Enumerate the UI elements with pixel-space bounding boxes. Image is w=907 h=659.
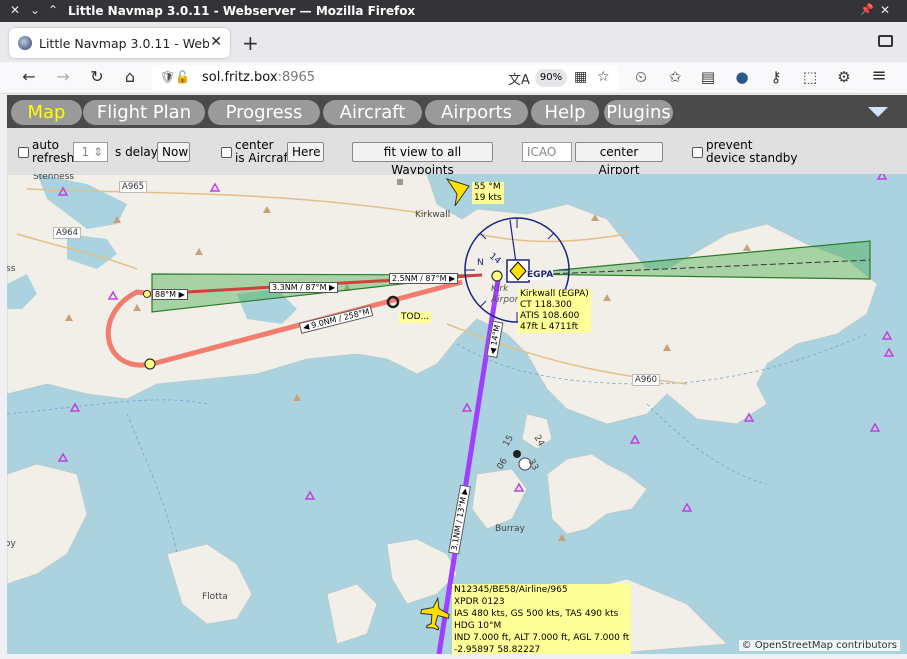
leg-label-1: 88°M ▶ (152, 289, 188, 300)
passwords-key-icon[interactable]: ⚷ (765, 68, 787, 86)
center-aircraft-checkbox[interactable] (221, 147, 232, 158)
page-bottom-edge (0, 654, 907, 659)
map-view[interactable]: Stenness Kirkwall Burray Flotta oy ss A9… (7, 174, 907, 654)
compass-n-label: N (477, 258, 484, 268)
map-canvas[interactable] (7, 174, 907, 654)
app-menu-bar: Map Flight Plan Progress Aircraft Airpor… (7, 95, 855, 128)
center-label-2: is Aircraft (235, 151, 293, 165)
bookmark-star-icon[interactable]: ☆ (597, 69, 610, 85)
globe-icon (18, 36, 32, 50)
pin-icon[interactable]: 📌 (860, 3, 874, 16)
aircraft-info-box: N12345/BE58/Airline/965 XPDR 0123 IAS 48… (452, 584, 632, 654)
navigation-toolbar: ← → ↻ ⌂ 🛡🔓 sol.fritz.box:8965 文A 90% ▦ ☆… (0, 62, 907, 94)
leg-label-2: 3.3NM / 87°M ▶ (269, 282, 339, 293)
airport-code-label: EGPA (527, 270, 554, 280)
url-text[interactable]: sol.fritz.box:8965 (202, 70, 315, 85)
place-hoy: oy (7, 539, 16, 549)
account-icon[interactable]: ● (731, 68, 753, 86)
fit-waypoints-button[interactable]: fit view to all Waypoints (352, 142, 493, 177)
prevent-standby-checkbox[interactable] (692, 147, 703, 158)
window-close-right-icon[interactable]: ✕ (880, 3, 890, 17)
place-ss: ss (7, 264, 16, 274)
window-maximize-icon[interactable]: ⌃ (48, 3, 58, 17)
map-attribution: © OpenStreetMap contributors (738, 640, 900, 651)
history-icon[interactable]: ⏲ (630, 68, 652, 86)
menu-map[interactable]: Map (11, 100, 82, 125)
url-bar[interactable]: 🛡🔓 sol.fritz.box:8965 文A 90% ▦ ☆ (152, 65, 619, 91)
tab-strip: Little Navmap 3.0.11 - Webser ✕ + (0, 22, 907, 62)
prevent-label-1: prevent (706, 138, 753, 152)
place-stenness: Stenness (33, 174, 75, 182)
place-kirkwall: Kirkwall (415, 210, 451, 220)
waypoint-circle-start (143, 290, 151, 298)
extensions-grid-icon[interactable]: ▦ (574, 69, 587, 85)
prevent-label-2: device standby (706, 151, 798, 165)
triangle-down-icon (868, 107, 888, 117)
waypoint-circle-1 (144, 358, 156, 370)
menu-progress[interactable]: Progress (208, 100, 320, 125)
window-title: Little Navmap 3.0.11 - Webserver — Mozil… (68, 4, 416, 18)
menu-aircraft[interactable]: Aircraft (323, 100, 422, 125)
tab-list-icon[interactable] (878, 35, 893, 47)
settings-gear-icon[interactable]: ⚙ (833, 68, 855, 86)
reload-icon[interactable]: ↻ (86, 67, 108, 86)
hamburger-menu-icon[interactable]: ≡ (868, 65, 890, 86)
road-a965: A965 (119, 181, 148, 193)
translate-icon[interactable]: 文A (508, 69, 530, 88)
extensions-puzzle-icon[interactable]: ⬚ (799, 68, 821, 86)
now-button[interactable]: Now (157, 142, 190, 162)
wind-label: 55 °M 19 kts (472, 182, 504, 204)
center-airport-button[interactable]: center Airport (575, 142, 663, 177)
icao-input[interactable]: ICAO (522, 142, 572, 162)
place-flotta: Flotta (202, 592, 228, 602)
back-icon[interactable]: ← (18, 67, 40, 86)
controls-bar: auto refresh 1 ⇕ s delay Now center is A… (7, 128, 907, 177)
browser-tab[interactable]: Little Navmap 3.0.11 - Webser ✕ (9, 28, 230, 58)
delay-label: s delay (115, 145, 158, 159)
waypoint-circle-2 (491, 270, 503, 282)
auto-refresh-label-2: refresh (32, 151, 75, 165)
menu-dropdown-toggle[interactable] (855, 95, 907, 128)
place-burray: Burray (495, 524, 525, 534)
wind-arrow-icon (445, 178, 470, 207)
auto-refresh-label-1: auto (32, 138, 60, 152)
menu-flight-plan[interactable]: Flight Plan (83, 100, 205, 125)
airport-info-box: Kirkwall (EGPA) CT 118.300 ATIS 108.600 … (518, 289, 591, 333)
building-icon (397, 179, 403, 185)
tab-close-icon[interactable]: ✕ (210, 34, 222, 50)
center-label-1: center (235, 138, 274, 152)
bookmarks-icon[interactable]: ✩ (664, 68, 686, 86)
home-icon[interactable]: ⌂ (119, 67, 141, 86)
tod-label: TOD... (399, 312, 432, 323)
container-icon[interactable]: ▤ (697, 68, 719, 86)
insecure-lock-icon[interactable]: 🛡🔓 (160, 70, 190, 84)
road-a964: A964 (53, 227, 82, 239)
menu-airports[interactable]: Airports (425, 100, 528, 125)
new-tab-button[interactable]: + (242, 31, 259, 55)
delay-stepper[interactable]: 1 ⇕ (73, 142, 108, 162)
zoom-level-badge[interactable]: 90% (535, 69, 567, 87)
window-close-icon[interactable]: ✕ (10, 3, 20, 17)
tab-label: Little Navmap 3.0.11 - Webser (39, 36, 209, 51)
road-a960: A960 (632, 374, 661, 386)
menu-help[interactable]: Help (531, 100, 599, 125)
here-button[interactable]: Here (287, 142, 324, 162)
window-titlebar: ✕ ⌄ ⌃ Little Navmap 3.0.11 - Webserver —… (0, 0, 907, 22)
menu-plugins[interactable]: Plugins (604, 100, 673, 125)
airport-kirk-label: Kirk (491, 284, 509, 294)
window-minimize-icon[interactable]: ⌄ (30, 3, 40, 17)
auto-refresh-checkbox[interactable] (18, 147, 29, 158)
ai-aircraft-dot (513, 450, 521, 458)
forward-icon[interactable]: → (52, 67, 74, 86)
leg-label-3: 2.5NM / 87°M ▶ (389, 273, 459, 284)
